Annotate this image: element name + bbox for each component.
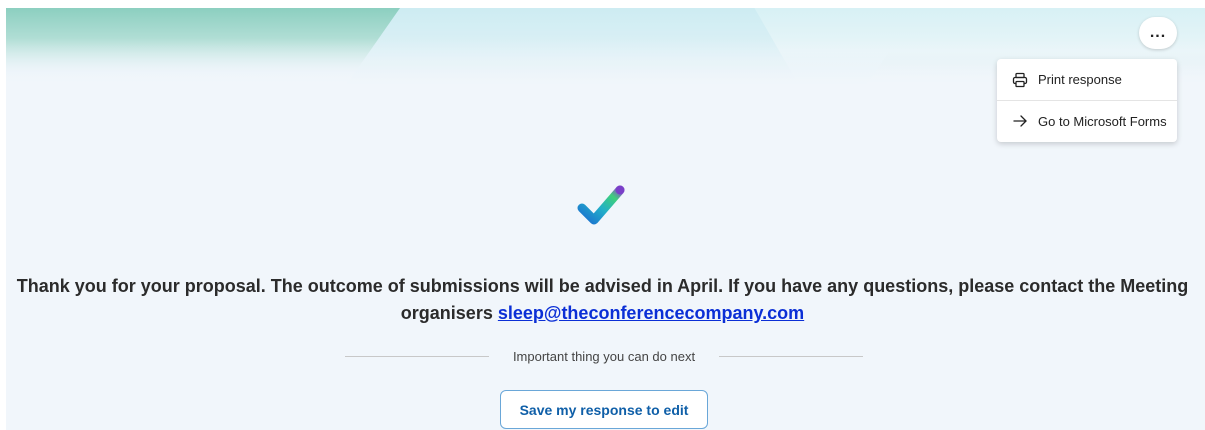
menu-item-label: Go to Microsoft Forms <box>1038 113 1167 129</box>
arrow-right-icon <box>1011 112 1029 130</box>
contact-email-link[interactable]: sleep@theconferencecompany.com <box>498 303 804 323</box>
divider-line <box>345 355 489 357</box>
options-menu: Print response Go to Microsoft Forms <box>997 59 1177 142</box>
next-steps-label: Important thing you can do next <box>512 348 696 364</box>
checkmark-icon <box>574 180 632 232</box>
divider-line <box>719 355 863 357</box>
save-response-button[interactable]: Save my response to edit <box>500 390 708 429</box>
confirmation-message: Thank you for your proposal. The outcome… <box>0 273 1205 327</box>
menu-item-go-to-microsoft-forms[interactable]: Go to Microsoft Forms <box>997 100 1177 141</box>
menu-item-label: Print response <box>1038 72 1122 87</box>
more-options-button[interactable]: ... <box>1139 17 1177 49</box>
printer-icon <box>1011 71 1029 89</box>
menu-item-print-response[interactable]: Print response <box>997 59 1177 100</box>
next-steps-divider: Important thing you can do next <box>345 347 863 365</box>
